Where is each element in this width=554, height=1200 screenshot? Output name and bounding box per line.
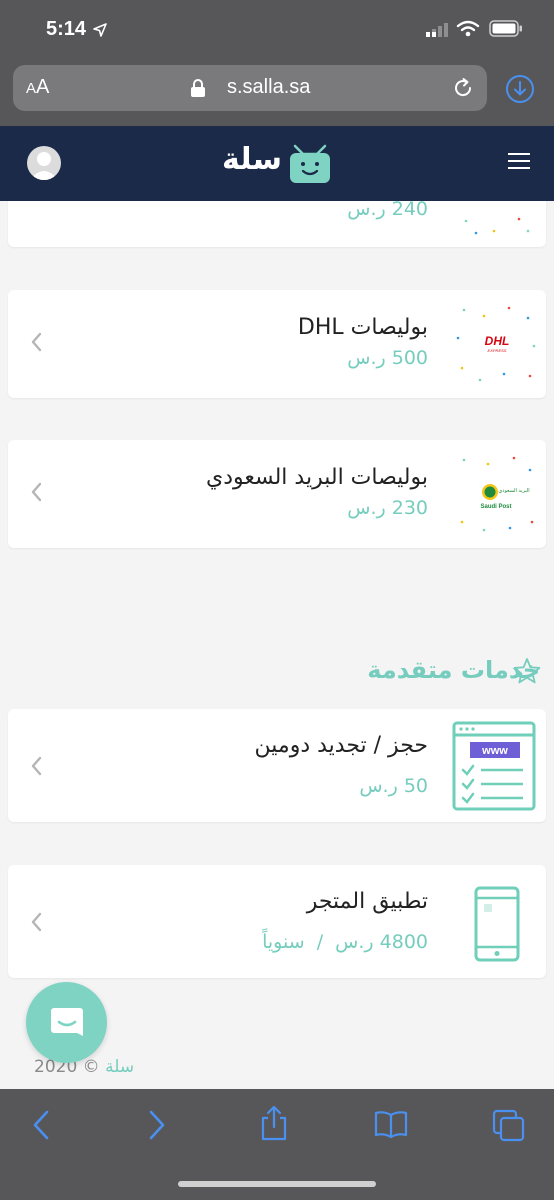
status-bar: 5:14 [0, 0, 554, 58]
product-price: 230 ر.س [347, 497, 428, 519]
smartphone-icon [473, 885, 521, 967]
share-icon[interactable] [259, 1105, 289, 1145]
cellular-signal-icon [426, 22, 448, 42]
chat-button[interactable] [26, 982, 107, 1063]
tabs-icon[interactable] [492, 1109, 526, 1147]
product-price: 240 ر.س [347, 201, 428, 220]
chevron-left-icon[interactable] [30, 912, 42, 936]
service-card-domain[interactable]: حجز / تجديد دومين 50 ر.س www [8, 709, 546, 822]
domain-browser-icon: www [451, 720, 537, 816]
browser-address-bar: AA s.salla.sa [0, 58, 554, 126]
location-arrow-icon [93, 22, 107, 41]
status-time: 5:14 [46, 18, 87, 40]
reader-options-button[interactable]: AA [26, 76, 49, 99]
address-field[interactable]: AA s.salla.sa [13, 65, 487, 111]
confetti-decoration [454, 201, 534, 245]
user-avatar[interactable] [27, 146, 61, 180]
product-price: 500 ر.س [347, 347, 428, 369]
service-price: 50 ر.س [359, 775, 428, 797]
lock-icon [190, 78, 206, 102]
service-title: تطبيق المتجر [306, 889, 428, 914]
product-card-partial[interactable]: 240 ر.س [8, 201, 546, 247]
service-card-store-app[interactable]: تطبيق المتجر 4800 ر.س / سنوياً [8, 865, 546, 978]
page-content: 240 ر.س بوليصات DHL 500 ر.س DHL EXPRESS … [0, 201, 554, 1089]
battery-icon [489, 20, 523, 37]
dhl-logo-text: DHL [485, 334, 510, 348]
download-icon[interactable] [505, 74, 535, 108]
chat-icon [51, 1008, 83, 1036]
star-icon [513, 657, 541, 689]
browser-toolbar [0, 1089, 554, 1200]
wifi-icon [456, 19, 480, 41]
service-price: 4800 ر.س / سنوياً [262, 931, 428, 953]
product-title: بوليصات البريد السعودي [205, 465, 428, 490]
saudi-post-logo-ar: البريد السعودي [498, 488, 529, 494]
www-text: www [481, 745, 508, 757]
hamburger-menu-icon[interactable] [508, 152, 530, 174]
dhl-logo: DHL EXPRESS [454, 302, 538, 390]
product-card-dhl[interactable]: بوليصات DHL 500 ر.س DHL EXPRESS [8, 290, 546, 398]
chevron-left-icon[interactable] [30, 332, 42, 356]
chevron-left-icon[interactable] [30, 482, 42, 506]
chevron-left-icon[interactable] [30, 756, 42, 780]
forward-icon[interactable] [146, 1109, 168, 1145]
bookmarks-icon[interactable] [374, 1109, 408, 1143]
home-indicator [178, 1181, 376, 1187]
footer-brand[interactable]: سلة [105, 1057, 134, 1077]
logo-text: سلة [222, 142, 282, 177]
product-title: بوليصات DHL [297, 315, 428, 340]
url-text: s.salla.sa [227, 76, 311, 98]
service-title: حجز / تجديد دومين [254, 733, 428, 758]
logo-basket-icon[interactable] [289, 144, 331, 188]
saudi-post-logo-en: Saudi Post [480, 504, 511, 510]
reload-icon[interactable] [451, 76, 475, 104]
site-header: سلة [0, 126, 554, 201]
svg-text:EXPRESS: EXPRESS [488, 348, 507, 353]
product-card-saudi-post[interactable]: بوليصات البريد السعودي 230 ر.س البريد ال… [8, 440, 546, 548]
back-icon[interactable] [30, 1109, 52, 1145]
saudi-post-logo: البريد السعودي Saudi Post [454, 452, 538, 540]
